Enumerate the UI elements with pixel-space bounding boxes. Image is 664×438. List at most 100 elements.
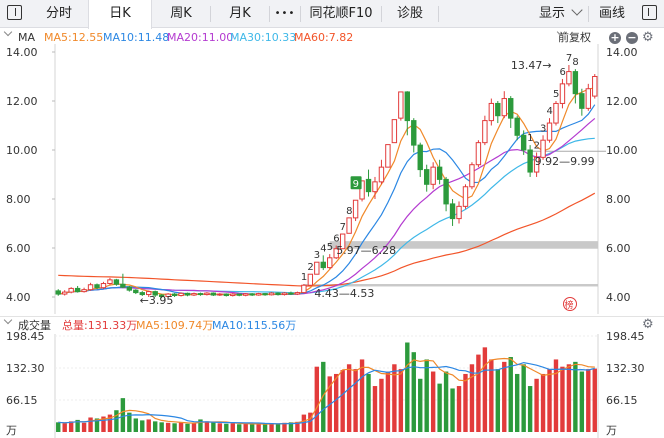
ma10-line <box>58 104 596 296</box>
volume-bar <box>346 364 352 432</box>
price-axis-label-left: 8.00 <box>6 193 31 206</box>
volume-bar <box>159 422 164 432</box>
candle-body <box>294 292 301 295</box>
price-axis-label-left: 4.00 <box>6 291 31 304</box>
candle-body <box>553 102 559 124</box>
ranking-badge-label: 榜 <box>565 299 574 311</box>
candle-body <box>68 287 74 293</box>
candle-body <box>223 293 230 297</box>
price-axis-label-right: 14.00 <box>606 46 638 59</box>
ma20-line <box>58 117 596 296</box>
nine-turn-label: 6 <box>559 67 565 78</box>
volume-bar <box>411 352 416 432</box>
candle-body <box>327 257 333 269</box>
candle-body <box>417 144 423 171</box>
nine-turn-label: 5 <box>553 89 559 100</box>
candle-body <box>482 120 488 144</box>
volume-bar <box>514 373 520 432</box>
volume-bar <box>372 386 378 432</box>
volume-axis-label-left: 66.15 <box>6 394 38 407</box>
price-axis-label-left: 10.00 <box>6 144 38 157</box>
nine-turn-label: 9 <box>353 179 359 190</box>
candle-body <box>443 178 449 205</box>
candle-body <box>559 83 566 104</box>
volume-ma5-line <box>58 357 595 425</box>
candle-body <box>307 273 314 286</box>
volume-bar <box>553 359 559 432</box>
volume-bar <box>443 371 449 432</box>
volume-bar <box>191 423 197 432</box>
volume-bar <box>534 378 539 432</box>
volume-bar <box>204 421 210 432</box>
candle-body <box>495 102 501 117</box>
price-axis-label-left: 12.00 <box>6 95 38 108</box>
candle-body <box>281 292 288 296</box>
candle-body <box>61 291 68 295</box>
candle-body <box>94 284 100 289</box>
volume-unit-label-right: 万 <box>606 424 617 437</box>
candle-body <box>236 293 242 296</box>
candle-body <box>546 122 553 141</box>
nine-turn-label: 8 <box>572 57 578 68</box>
candle-body <box>449 203 456 220</box>
volume-bar <box>172 423 177 432</box>
volume-bar <box>140 420 145 432</box>
volume-bar <box>230 423 235 432</box>
volume-bar <box>165 422 171 432</box>
candle-body <box>423 169 430 185</box>
gap-label: 9.92—9.99 <box>535 155 595 168</box>
candle-body <box>430 166 436 185</box>
nine-turn-label: 1 <box>301 272 307 283</box>
candle-body <box>184 292 191 296</box>
nine-turn-label: 7 <box>566 53 572 64</box>
candle-body <box>81 289 87 293</box>
volume-bar <box>133 418 139 432</box>
candle-body <box>204 292 210 296</box>
volume-bar <box>88 417 93 432</box>
candle-body <box>249 293 255 296</box>
nine-turn-label: 1 <box>527 133 533 144</box>
candle-body <box>320 261 326 269</box>
nine-turn-label: 2 <box>534 140 540 151</box>
volume-bar <box>547 369 552 432</box>
candle-body <box>585 88 592 109</box>
volume-bar <box>333 373 339 432</box>
volume-bar <box>359 359 365 432</box>
candle-body <box>74 287 81 293</box>
volume-bar <box>211 422 216 432</box>
volume-bar <box>81 422 87 432</box>
candle-body <box>391 119 398 144</box>
candle-body <box>87 284 94 291</box>
volume-ma10-line <box>58 361 595 425</box>
candle-body <box>579 93 585 109</box>
candle-body <box>314 261 320 275</box>
volume-bar <box>114 410 119 432</box>
candle-body <box>501 98 507 117</box>
candle-body <box>100 283 107 289</box>
nine-turn-label: 4 <box>320 243 326 254</box>
gap-label: 4.43—4.53 <box>314 287 374 300</box>
volume-bar <box>243 423 248 432</box>
candle-body <box>268 292 275 296</box>
candle-body <box>566 71 572 85</box>
candle-body <box>230 293 236 297</box>
volume-bar <box>275 423 281 432</box>
candle-body <box>404 91 411 122</box>
candle-body <box>475 142 482 166</box>
candle-body <box>469 164 475 188</box>
volume-bar <box>508 357 513 432</box>
volume-bar <box>62 423 67 432</box>
volume-bar <box>450 388 455 432</box>
volume-axis-label-left: 132.30 <box>6 362 45 375</box>
volume-bar <box>463 373 468 432</box>
candle-body <box>126 286 133 291</box>
candle-body <box>120 283 126 288</box>
volume-bar <box>540 373 546 432</box>
candle-body <box>456 205 462 220</box>
kline-chart[interactable]: 14.00 14.0012.00 12.0010.00 10.008.00 8.006.… <box>0 0 664 438</box>
candle-body <box>508 98 514 119</box>
volume-bar <box>256 423 261 432</box>
volume-bar <box>321 361 326 432</box>
volume-axis-label-right: 66.15 <box>606 394 638 407</box>
volume-bar <box>560 366 565 432</box>
